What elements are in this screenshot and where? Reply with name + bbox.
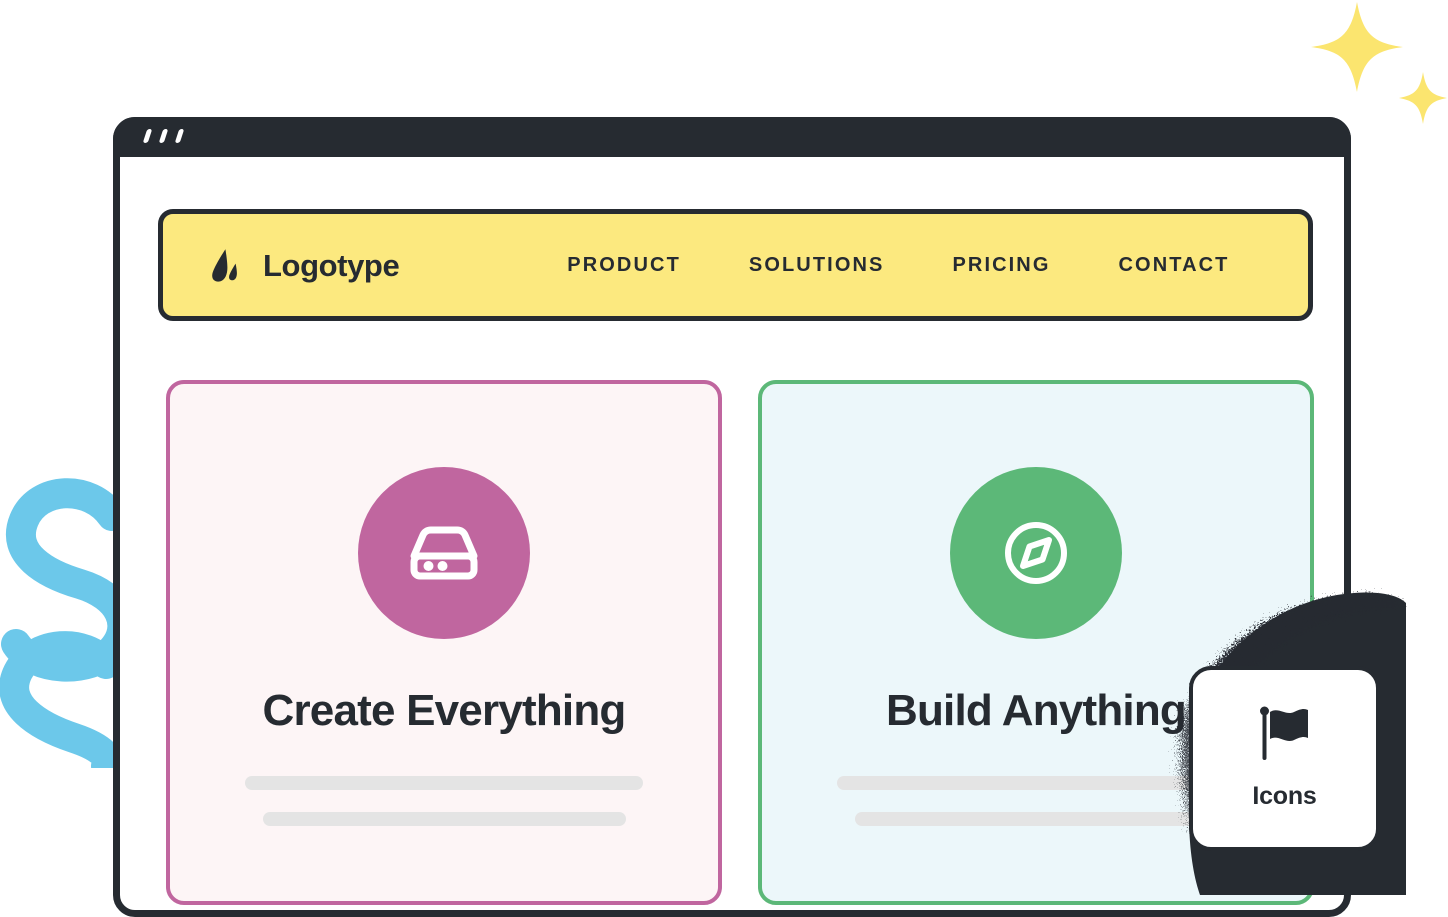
sparkle-four-point-icon: [1399, 72, 1447, 124]
feature-cards-row: Create Everything Build Anything: [166, 380, 1314, 905]
compass-icon: [1005, 522, 1067, 584]
browser-window: Logotype PRODUCT SOLUTIONS PRICING CONTA…: [113, 117, 1351, 917]
card-title: Build Anything: [885, 686, 1187, 735]
window-control-dot[interactable]: [158, 129, 169, 143]
sparkles-decoration: [1295, 0, 1448, 125]
nav-link-product[interactable]: PRODUCT: [567, 254, 681, 277]
nav-link-pricing[interactable]: PRICING: [952, 254, 1050, 277]
card-placeholder-lines: [170, 776, 718, 826]
sparkle-four-point-icon: [1311, 2, 1403, 92]
browser-titlebar: [113, 117, 1351, 157]
placeholder-line: [245, 776, 643, 790]
icons-floating-card[interactable]: Icons: [1189, 666, 1380, 851]
card-title: Create Everything: [262, 686, 627, 735]
site-navbar: Logotype PRODUCT SOLUTIONS PRICING CONTA…: [158, 209, 1313, 321]
placeholder-line: [262, 812, 626, 826]
window-controls[interactable]: [142, 129, 185, 143]
brand-name: Logotype: [263, 247, 400, 283]
card-icon-badge: [950, 467, 1122, 639]
logotype-mark-icon: [212, 249, 237, 282]
placeholder-line: [837, 776, 1235, 790]
window-control-dot[interactable]: [142, 129, 153, 143]
nav-link-contact[interactable]: CONTACT: [1119, 254, 1230, 277]
browser-content: Logotype PRODUCT SOLUTIONS PRICING CONTA…: [120, 157, 1344, 910]
nav-link-solutions[interactable]: SOLUTIONS: [749, 254, 885, 277]
brand[interactable]: Logotype: [208, 245, 400, 285]
window-control-dot[interactable]: [174, 129, 185, 143]
hard-drive-icon: [410, 526, 478, 580]
card-icon-badge: [358, 467, 530, 639]
nav-links: PRODUCT SOLUTIONS PRICING CONTACT: [567, 254, 1229, 277]
placeholder-line: [854, 812, 1218, 826]
icons-card-label: Icons: [1252, 782, 1317, 810]
blue-spiral-brush-stroke: [0, 478, 138, 781]
feature-card-create-everything[interactable]: Create Everything: [166, 380, 722, 905]
flag-icon: [1259, 706, 1308, 760]
